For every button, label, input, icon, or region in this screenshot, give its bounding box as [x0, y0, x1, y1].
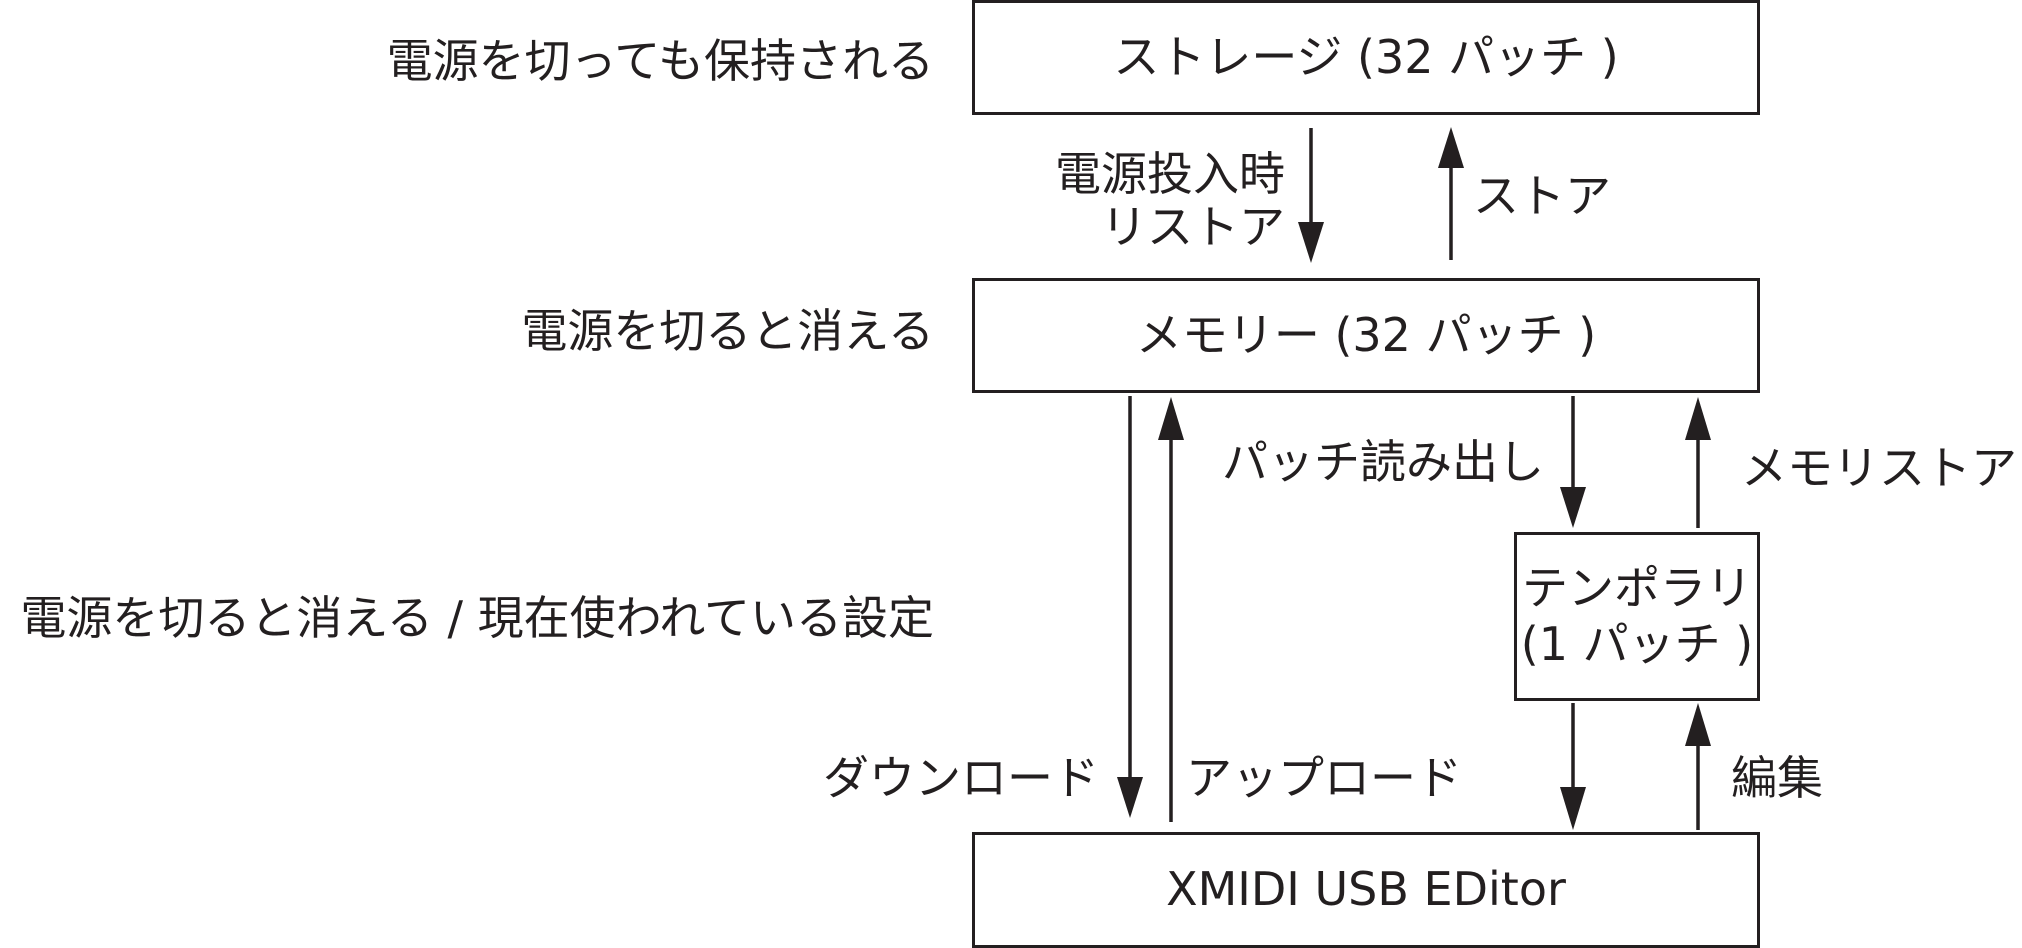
memory-box-label: メモリー (32 パッチ ) — [1135, 307, 1597, 362]
download-label: ダウンロード — [823, 751, 1099, 805]
memory-box: メモリー (32 パッチ ) — [972, 278, 1760, 393]
temp-to-editor-arrow — [1560, 703, 1586, 830]
temporary-box: テンポラリ (1 パッチ ) — [1514, 532, 1760, 701]
temporary-box-label-line2: (1 パッチ ) — [1520, 616, 1754, 671]
restore-label-line1: 電源投入時 — [1055, 147, 1285, 201]
memory-store-arrow — [1685, 397, 1711, 528]
storage-description: 電源を切っても保持される — [386, 34, 934, 88]
editor-box: XMIDI USB EDitor — [972, 832, 1760, 948]
temporary-description: 電源を切ると消える / 現在使われている設定 — [20, 591, 934, 645]
upload-label: アップロード — [1186, 751, 1462, 805]
store-label: ストア — [1473, 169, 1611, 223]
editor-box-label: XMIDI USB EDitor — [1166, 862, 1566, 917]
patch-read-arrow — [1560, 396, 1586, 528]
store-arrow — [1438, 127, 1464, 260]
restore-arrow — [1298, 128, 1324, 263]
memory-store-label: メモリストア — [1741, 441, 2017, 495]
storage-box-label: ストレージ (32 パッチ ) — [1113, 29, 1619, 84]
memory-description: 電源を切ると消える — [521, 304, 934, 358]
download-arrow — [1117, 396, 1143, 818]
temporary-box-label-line1: テンポラリ — [1522, 561, 1752, 616]
upload-arrow — [1158, 397, 1184, 822]
arrows-layer — [1117, 127, 1711, 830]
restore-label-line2: リストア — [1101, 199, 1285, 254]
edit-label: 編集 — [1731, 751, 1823, 805]
restore-label: 電源投入時 リストア — [1055, 148, 1285, 254]
patch-read-label: パッチ読み出し — [1222, 435, 1544, 489]
edit-arrow — [1685, 703, 1711, 830]
storage-box: ストレージ (32 パッチ ) — [972, 0, 1760, 115]
